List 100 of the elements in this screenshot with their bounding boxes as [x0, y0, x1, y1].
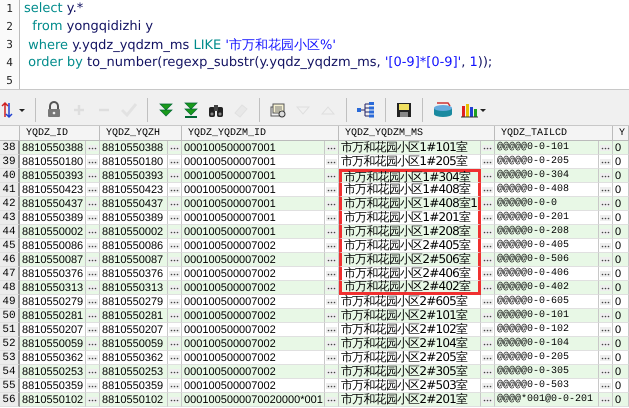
ellipsis-button[interactable]	[600, 256, 611, 262]
ellipsis-button[interactable]	[169, 312, 180, 318]
ellipsis-button[interactable]	[169, 368, 180, 374]
ellipsis-button[interactable]	[87, 144, 98, 150]
ellipsis-button[interactable]	[169, 354, 180, 360]
ellipsis-button[interactable]	[600, 228, 611, 234]
ellipsis-button[interactable]	[326, 172, 337, 178]
column-header[interactable]: Y	[613, 126, 629, 141]
ellipsis-button[interactable]	[87, 228, 98, 234]
ellipsis-button[interactable]	[600, 284, 611, 290]
ellipsis-button[interactable]	[482, 144, 493, 150]
ellipsis-button[interactable]	[600, 214, 611, 220]
ellipsis-button[interactable]	[482, 270, 493, 276]
ellipsis-button[interactable]	[169, 228, 180, 234]
ellipsis-button[interactable]	[482, 256, 493, 262]
ellipsis-button[interactable]	[482, 200, 493, 206]
ellipsis-button[interactable]	[326, 382, 337, 388]
ellipsis-button[interactable]	[169, 298, 180, 304]
ellipsis-button[interactable]	[600, 200, 611, 206]
ellipsis-button[interactable]	[87, 312, 98, 318]
ellipsis-button[interactable]	[87, 256, 98, 262]
ellipsis-button[interactable]	[326, 270, 337, 276]
ellipsis-button[interactable]	[482, 354, 493, 360]
ellipsis-button[interactable]	[87, 242, 98, 248]
ellipsis-button[interactable]	[326, 368, 337, 374]
ellipsis-button[interactable]	[600, 270, 611, 276]
ellipsis-button[interactable]	[600, 186, 611, 192]
ellipsis-button[interactable]	[87, 326, 98, 332]
ellipsis-button[interactable]	[326, 354, 337, 360]
ellipsis-button[interactable]	[326, 312, 337, 318]
ellipsis-button[interactable]	[87, 382, 98, 388]
ellipsis-button[interactable]	[326, 214, 337, 220]
ellipsis-button[interactable]	[326, 284, 337, 290]
ellipsis-button[interactable]	[169, 340, 180, 346]
ellipsis-button[interactable]	[169, 284, 180, 290]
ellipsis-button[interactable]	[169, 326, 180, 332]
ellipsis-button[interactable]	[87, 284, 98, 290]
column-header[interactable]: YQDZ_ID	[20, 126, 100, 141]
ellipsis-button[interactable]	[600, 298, 611, 304]
ellipsis-button[interactable]	[482, 172, 493, 178]
documents-icon[interactable]	[269, 100, 287, 118]
ellipsis-button[interactable]	[169, 200, 180, 206]
ellipsis-button[interactable]	[169, 242, 180, 248]
ellipsis-button[interactable]	[600, 354, 611, 360]
ellipsis-button[interactable]	[87, 368, 98, 374]
ellipsis-button[interactable]	[600, 326, 611, 332]
ellipsis-button[interactable]	[600, 158, 611, 164]
ellipsis-button[interactable]	[482, 298, 493, 304]
ellipsis-button[interactable]	[326, 298, 337, 304]
ellipsis-button[interactable]	[87, 396, 98, 402]
ellipsis-button[interactable]	[600, 312, 611, 318]
ellipsis-button[interactable]	[87, 298, 98, 304]
ellipsis-button[interactable]	[600, 172, 611, 178]
ellipsis-button[interactable]	[87, 354, 98, 360]
ellipsis-button[interactable]	[482, 158, 493, 164]
ellipsis-button[interactable]	[169, 396, 180, 402]
ellipsis-button[interactable]	[600, 382, 611, 388]
ellipsis-button[interactable]	[87, 214, 98, 220]
ellipsis-button[interactable]	[482, 284, 493, 290]
ellipsis-button[interactable]	[482, 368, 493, 374]
double-down-arrow-bar-icon[interactable]	[182, 100, 200, 118]
ellipsis-button[interactable]	[482, 186, 493, 192]
ellipsis-button[interactable]	[169, 214, 180, 220]
ellipsis-button[interactable]	[482, 340, 493, 346]
ellipsis-button[interactable]	[87, 270, 98, 276]
ellipsis-button[interactable]	[87, 340, 98, 346]
column-header[interactable]: YQDZ_YQZH	[100, 126, 182, 141]
ellipsis-button[interactable]	[600, 340, 611, 346]
ellipsis-button[interactable]	[326, 186, 337, 192]
column-header[interactable]: YQDZ_YQDZM_ID	[182, 126, 339, 141]
ellipsis-button[interactable]	[600, 144, 611, 150]
ellipsis-button[interactable]	[326, 326, 337, 332]
ellipsis-button[interactable]	[600, 242, 611, 248]
save-icon[interactable]	[395, 100, 413, 118]
ellipsis-button[interactable]	[326, 242, 337, 248]
ellipsis-button[interactable]	[326, 144, 337, 150]
ellipsis-button[interactable]	[87, 200, 98, 206]
column-header[interactable]: YQDZ_YQDZM_MS	[339, 126, 495, 141]
tree-icon[interactable]	[356, 100, 376, 118]
ellipsis-button[interactable]	[482, 312, 493, 318]
ellipsis-button[interactable]	[326, 158, 337, 164]
ellipsis-button[interactable]	[169, 382, 180, 388]
ellipsis-button[interactable]	[169, 144, 180, 150]
ellipsis-button[interactable]	[326, 340, 337, 346]
ellipsis-button[interactable]	[87, 172, 98, 178]
ellipsis-button[interactable]	[169, 172, 180, 178]
ellipsis-button[interactable]	[482, 396, 493, 402]
ellipsis-button[interactable]	[482, 214, 493, 220]
ellipsis-button[interactable]	[326, 200, 337, 206]
ellipsis-button[interactable]	[482, 382, 493, 388]
ellipsis-button[interactable]	[326, 228, 337, 234]
ellipsis-button[interactable]	[169, 256, 180, 262]
ellipsis-button[interactable]	[169, 186, 180, 192]
double-down-arrow-icon[interactable]	[157, 100, 175, 118]
ellipsis-button[interactable]	[326, 256, 337, 262]
sort-icon[interactable]	[0, 100, 26, 118]
ellipsis-button[interactable]	[87, 158, 98, 164]
column-header[interactable]: YQDZ_TAILCD	[495, 126, 613, 141]
ellipsis-button[interactable]	[482, 242, 493, 248]
ellipsis-button[interactable]	[169, 158, 180, 164]
